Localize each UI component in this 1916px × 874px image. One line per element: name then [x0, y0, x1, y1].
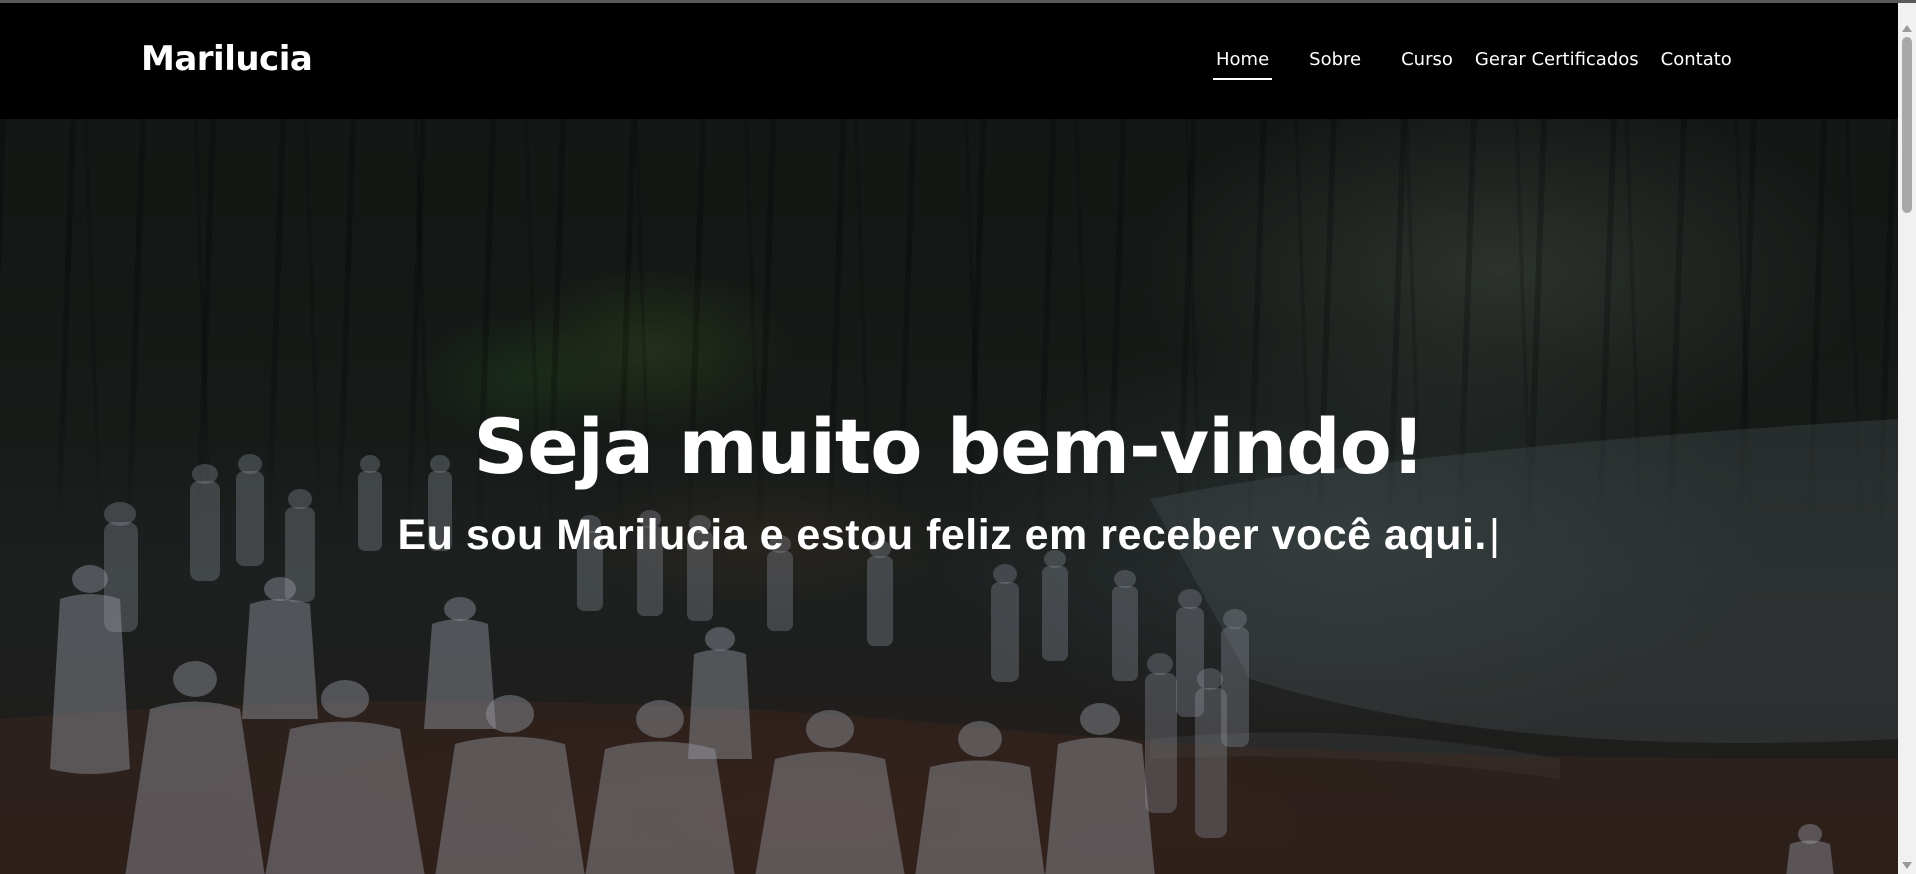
nav-gerar-certificados-link[interactable]: Gerar Certificados: [1475, 49, 1639, 80]
nav-home-link[interactable]: Home: [1212, 49, 1273, 80]
nav-curso-link[interactable]: Curso: [1401, 49, 1453, 80]
scroll-down-arrow-icon[interactable]: [1902, 862, 1912, 869]
scroll-thumb[interactable]: [1902, 37, 1912, 213]
hero-section: Seja muito bem-vindo! Eu sou Marilucia e…: [0, 119, 1898, 874]
top-navbar: Marilucia Home Sobre Curso Gerar Certifi…: [0, 3, 1898, 119]
hero-subtitle-text: Eu sou Marilucia e estou feliz em recebe…: [397, 511, 1487, 559]
vertical-scrollbar[interactable]: [1898, 3, 1916, 874]
page: Marilucia Home Sobre Curso Gerar Certifi…: [0, 0, 1916, 874]
scroll-up-arrow-icon[interactable]: [1902, 25, 1912, 32]
hero-content: Seja muito bem-vindo! Eu sou Marilucia e…: [0, 409, 1898, 560]
brand-logo[interactable]: Marilucia: [141, 39, 313, 79]
main-nav: Home Sobre Curso Gerar Certificados Cont…: [1212, 49, 1732, 83]
hero-title: Seja muito bem-vindo!: [473, 402, 1425, 491]
typing-caret: |: [1488, 511, 1501, 559]
nav-contato-link[interactable]: Contato: [1661, 49, 1732, 80]
nav-sobre-link[interactable]: Sobre: [1309, 49, 1361, 80]
hero-subtitle-typing: Eu sou Marilucia e estou feliz em recebe…: [0, 511, 1898, 560]
